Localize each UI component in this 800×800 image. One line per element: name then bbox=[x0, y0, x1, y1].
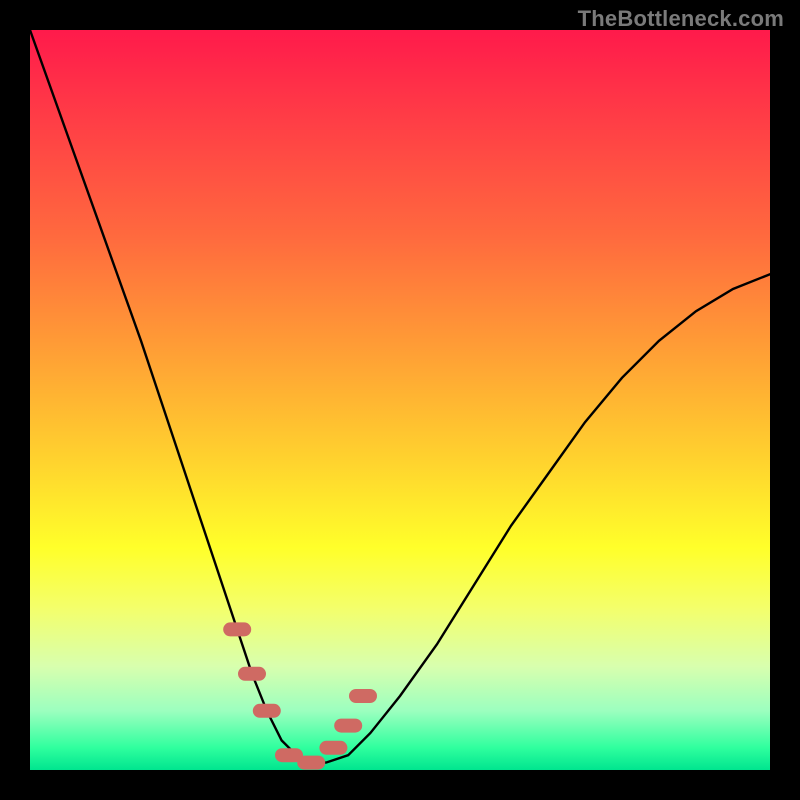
chart-plot-area bbox=[30, 30, 770, 770]
watermark-text: TheBottleneck.com bbox=[578, 6, 784, 32]
curve-main bbox=[30, 30, 770, 763]
outer-frame: TheBottleneck.com bbox=[0, 0, 800, 800]
bottleneck-chart bbox=[30, 30, 770, 770]
